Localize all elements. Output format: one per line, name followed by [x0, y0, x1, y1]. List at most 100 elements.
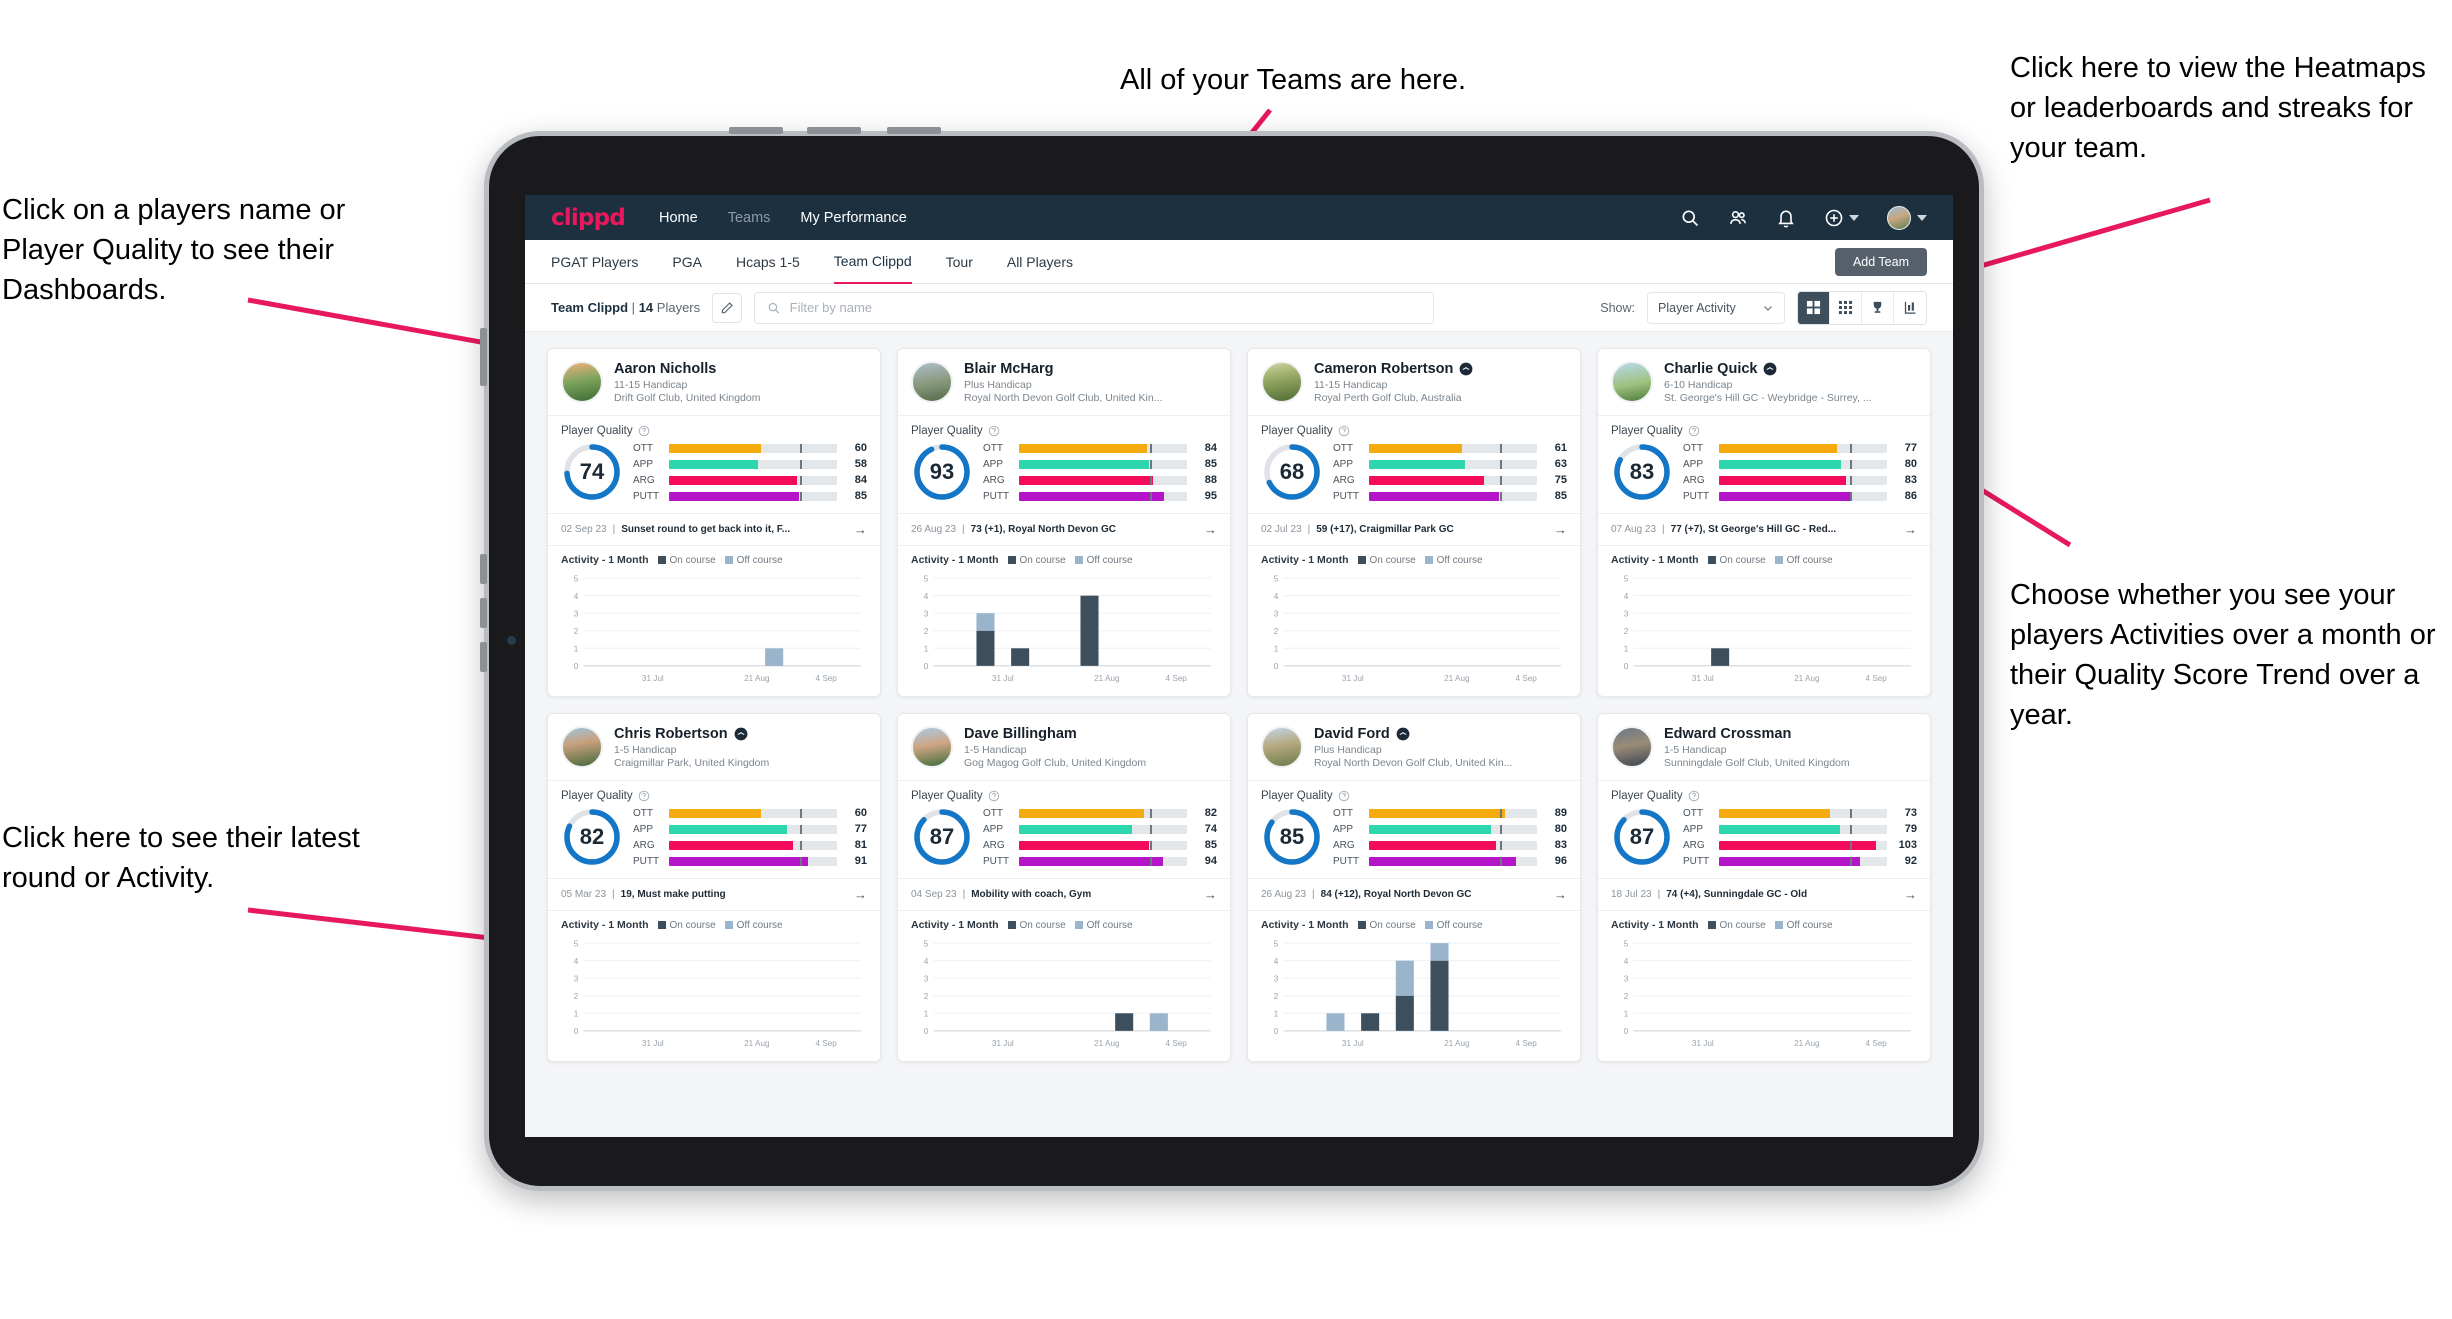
player-card-header[interactable]: Chris Robertson 1-5 Handicap Craigmillar P…: [548, 714, 880, 780]
player-card[interactable]: Dave Billingham 1-5 Handicap Gog Magog Gol…: [897, 713, 1231, 1063]
avatar[interactable]: [561, 726, 603, 769]
tab-pgat-players[interactable]: PGAT Players: [551, 240, 638, 284]
quality-score-ring[interactable]: 87: [911, 806, 973, 868]
player-quality-title[interactable]: Player Quality: [1598, 781, 1930, 802]
help-icon[interactable]: [638, 790, 650, 802]
quality-score-ring[interactable]: 82: [561, 806, 623, 868]
nav-link-home[interactable]: Home: [659, 210, 698, 226]
player-card[interactable]: Aaron Nicholls 11-15 Handicap Drift Golf C…: [547, 348, 881, 698]
arrow-right-icon[interactable]: →: [1204, 887, 1217, 902]
bell-icon[interactable]: [1776, 208, 1796, 228]
view-leaderboard-button[interactable]: [1862, 291, 1894, 324]
player-name[interactable]: Charlie Quick: [1664, 361, 1757, 377]
avatar[interactable]: [1611, 726, 1653, 769]
view-grid-small-button[interactable]: [1830, 291, 1862, 324]
player-card[interactable]: Chris Robertson 1-5 Handicap Craigmillar P…: [547, 713, 881, 1063]
tab-all-players[interactable]: All Players: [1007, 240, 1073, 284]
latest-activity-row[interactable]: 02 Sep 23 | Sunset round to get back into …: [548, 513, 880, 545]
clippd-logo[interactable]: clippd: [551, 205, 626, 231]
player-name[interactable]: Chris Robertson: [614, 726, 728, 742]
arrow-right-icon[interactable]: →: [1904, 887, 1917, 902]
player-card-header[interactable]: Dave Billingham 1-5 Handicap Gog Magog Gol…: [898, 714, 1230, 780]
player-card[interactable]: Charlie Quick 6-10 Handicap St. George's H…: [1597, 348, 1931, 698]
player-card-header[interactable]: Aaron Nicholls 11-15 Handicap Drift Golf C…: [548, 349, 880, 415]
quality-score-ring[interactable]: 83: [1611, 441, 1673, 503]
player-card-header[interactable]: Cameron Robertson 11-15 Handicap Royal Per…: [1248, 349, 1580, 415]
help-icon[interactable]: [638, 425, 650, 437]
quality-score-ring[interactable]: 68: [1261, 441, 1323, 503]
latest-activity-row[interactable]: 26 Aug 23 | 73 (+1), Royal North Devon GC →: [898, 513, 1230, 545]
player-quality-title[interactable]: Player Quality: [1248, 781, 1580, 802]
arrow-right-icon[interactable]: →: [1554, 522, 1567, 537]
quality-score-ring[interactable]: 74: [561, 441, 623, 503]
chevron-down-icon[interactable]: [1849, 214, 1859, 221]
view-grid-large-button[interactable]: [1798, 291, 1830, 324]
help-icon[interactable]: [988, 790, 1000, 802]
avatar[interactable]: [1611, 361, 1653, 403]
player-quality-title[interactable]: Player Quality: [898, 781, 1230, 802]
latest-activity-row[interactable]: 04 Sep 23 | Mobility with coach, Gym →: [898, 878, 1230, 910]
arrow-right-icon[interactable]: →: [854, 522, 867, 537]
player-name[interactable]: Edward Crossman: [1664, 726, 1791, 742]
player-card-header[interactable]: Blair McHarg Plus Handicap Royal North Dev…: [898, 349, 1230, 415]
edit-team-button[interactable]: [712, 292, 743, 323]
add-team-button[interactable]: Add Team: [1834, 247, 1927, 276]
player-quality-title[interactable]: Player Quality: [1598, 416, 1930, 437]
avatar[interactable]: [1887, 205, 1911, 230]
player-name[interactable]: Dave Billingham: [964, 726, 1077, 742]
player-card-header[interactable]: Charlie Quick 6-10 Handicap St. George's H…: [1598, 349, 1930, 415]
quality-score-ring[interactable]: 85: [1261, 806, 1323, 868]
player-quality-title[interactable]: Player Quality: [898, 416, 1230, 437]
player-name[interactable]: David Ford: [1314, 726, 1390, 742]
arrow-right-icon[interactable]: →: [1204, 522, 1217, 537]
player-card[interactable]: Edward Crossman 1-5 Handicap Sunningdale G…: [1597, 713, 1931, 1063]
show-dropdown[interactable]: Player Activity: [1647, 291, 1785, 324]
add-menu-button[interactable]: [1824, 208, 1859, 228]
help-icon[interactable]: [1338, 790, 1350, 802]
latest-activity-row[interactable]: 05 Mar 23 | 19, Must make putting →: [548, 878, 880, 910]
quality-score-ring[interactable]: 87: [1611, 806, 1673, 868]
player-name[interactable]: Cameron Robertson: [1314, 361, 1453, 377]
nav-link-teams[interactable]: Teams: [728, 210, 771, 226]
view-heatmap-button[interactable]: [1894, 291, 1926, 324]
help-icon[interactable]: [1688, 790, 1700, 802]
tab-team-clippd[interactable]: Team Clippd: [833, 240, 912, 284]
avatar[interactable]: [1261, 361, 1303, 403]
help-icon[interactable]: [988, 425, 1000, 437]
people-icon[interactable]: [1728, 208, 1748, 228]
user-menu-button[interactable]: [1887, 205, 1927, 230]
player-card-header[interactable]: Edward Crossman 1-5 Handicap Sunningdale G…: [1598, 714, 1930, 780]
player-quality-title[interactable]: Player Quality: [548, 416, 880, 437]
latest-activity-row[interactable]: 07 Aug 23 | 77 (+7), St George's Hill GC -…: [1598, 513, 1930, 545]
arrow-right-icon[interactable]: →: [1554, 887, 1567, 902]
player-card-header[interactable]: David Ford Plus Handicap Royal North Devon…: [1248, 714, 1580, 780]
help-icon[interactable]: [1338, 425, 1350, 437]
search-icon[interactable]: [1680, 208, 1700, 228]
player-name[interactable]: Blair McHarg: [964, 361, 1053, 377]
avatar[interactable]: [911, 361, 953, 403]
player-quality-title[interactable]: Player Quality: [548, 781, 880, 802]
quality-score-ring[interactable]: 93: [911, 441, 973, 503]
arrow-right-icon[interactable]: →: [854, 887, 867, 902]
latest-activity-row[interactable]: 26 Aug 23 | 84 (+12), Royal North Devon GC…: [1248, 878, 1580, 910]
player-card[interactable]: Blair McHarg Plus Handicap Royal North Dev…: [897, 348, 1231, 698]
avatar[interactable]: [911, 726, 953, 769]
tab-pga[interactable]: PGA: [672, 240, 702, 284]
tab-tour[interactable]: Tour: [946, 240, 973, 284]
search-container[interactable]: [754, 291, 1435, 324]
player-card[interactable]: David Ford Plus Handicap Royal North Devon…: [1247, 713, 1581, 1063]
latest-activity-row[interactable]: 02 Jul 23 | 59 (+17), Craigmillar Park GC →: [1248, 513, 1580, 545]
player-card[interactable]: Cameron Robertson 11-15 Handicap Royal Per…: [1247, 348, 1581, 698]
player-quality-title[interactable]: Player Quality: [1248, 416, 1580, 437]
chevron-down-icon[interactable]: [1917, 214, 1927, 221]
player-name[interactable]: Aaron Nicholls: [614, 361, 716, 377]
avatar[interactable]: [561, 361, 603, 403]
latest-activity-row[interactable]: 18 Jul 23 | 74 (+4), Sunningdale GC - Old →: [1598, 878, 1930, 910]
search-input[interactable]: [789, 300, 1422, 315]
help-icon[interactable]: [1688, 425, 1700, 437]
arrow-right-icon[interactable]: →: [1904, 522, 1917, 537]
nav-link-my-performance[interactable]: My Performance: [800, 210, 906, 226]
tab-hcaps-1-5[interactable]: Hcaps 1-5: [736, 240, 800, 284]
plus-circle-icon[interactable]: [1824, 208, 1844, 228]
avatar[interactable]: [1261, 726, 1303, 769]
